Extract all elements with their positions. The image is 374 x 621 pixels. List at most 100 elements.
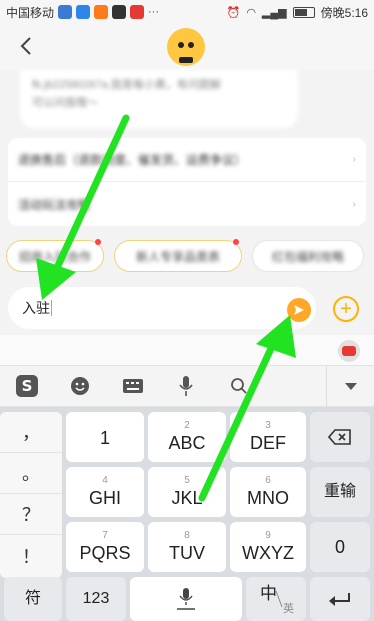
add-button[interactable]: + xyxy=(333,296,359,322)
language-switch-key[interactable]: 中 英 xyxy=(246,577,306,621)
key-main-label: ABC xyxy=(168,433,206,453)
key-3[interactable]: 3 DEF xyxy=(230,412,306,462)
chat-area: fb.jb22580267a,我是每小黄，有问题解 可以问我哦～ 退换售后（退款… xyxy=(0,70,374,288)
backspace-key[interactable] xyxy=(310,412,370,462)
key-5[interactable]: 5 JKL xyxy=(148,467,226,517)
alarm-icon: ⏰ xyxy=(226,6,241,19)
chat-header xyxy=(0,24,374,70)
suggestion-chips: 招商入驻合作 新人专享品类表 红包福利攻略 xyxy=(6,239,374,276)
clock: 傍晚5:16 xyxy=(320,5,368,20)
chevron-left-icon xyxy=(20,37,31,55)
suggestion-chip[interactable]: 红包福利攻略 xyxy=(252,240,364,272)
bee-logo-icon xyxy=(167,28,205,66)
key-sub-label: 6 xyxy=(265,475,271,486)
suggestion-chip[interactable]: 新人专享品类表 xyxy=(114,239,242,272)
play-app-icon xyxy=(94,5,109,19)
keyboard-icon xyxy=(122,379,143,393)
key-0[interactable]: 0 xyxy=(310,522,370,572)
symbol-key[interactable]: ！ xyxy=(0,535,62,576)
signal-icon: ▂▄▆ xyxy=(261,6,287,19)
number-switch-label: 123 xyxy=(82,590,110,607)
key-sub-label: 9 xyxy=(265,530,271,541)
emoji-button[interactable] xyxy=(53,365,106,407)
message-input-value: 入驻 xyxy=(22,300,50,316)
quick-menu-card: 退换售后（退款进度、催发货、运费争议） › 活动玩法攻略 › xyxy=(8,138,366,226)
wifi-icon: ◠ xyxy=(246,6,256,19)
chip-label: 招商入驻合作 xyxy=(18,249,91,264)
key-8[interactable]: 8 TUV xyxy=(148,522,226,572)
key-sub-label: 4 xyxy=(102,475,108,486)
lang-main-label: 中 xyxy=(260,584,277,604)
lang-sub-label: 英 xyxy=(283,601,294,615)
reenter-label: 重输 xyxy=(323,483,356,500)
key-6[interactable]: 6 MNO xyxy=(230,467,306,517)
key-main-label: MNO xyxy=(247,488,289,508)
ime-skin-icon[interactable] xyxy=(338,340,360,362)
ime-top-strip xyxy=(0,335,374,365)
shield-app-icon xyxy=(58,5,73,19)
carrier-label: 中国移动 xyxy=(6,5,55,20)
chip-label: 新人专享品类表 xyxy=(135,249,220,264)
more-notifications-icon: ··· xyxy=(148,6,160,18)
key-sub-label: 7 xyxy=(102,530,108,541)
send-button[interactable] xyxy=(287,298,311,322)
symbol-switch-label: 符 xyxy=(24,590,41,607)
quick-menu-item[interactable]: 退换售后（退款进度、催发货、运费争议） › xyxy=(8,138,366,182)
search-icon xyxy=(230,378,247,394)
key-sub-label: 2 xyxy=(184,420,190,431)
app-icon xyxy=(76,5,91,19)
symbol-key[interactable]: 。 xyxy=(0,453,62,494)
plus-icon: + xyxy=(340,298,352,320)
key-4[interactable]: 4 GHI xyxy=(66,467,144,517)
collapse-keyboard-button[interactable] xyxy=(326,365,374,407)
key-main-label: JKL xyxy=(171,488,203,508)
key-sub-label: 5 xyxy=(184,475,190,486)
ime-toolbar: S xyxy=(0,365,374,407)
text-cursor xyxy=(51,300,52,316)
back-button[interactable] xyxy=(14,34,38,58)
suggestion-chip[interactable]: 招商入驻合作 xyxy=(6,239,104,272)
key-main-label: TUV xyxy=(169,543,205,563)
key-main-label: GHI xyxy=(88,488,121,508)
t9-keyboard: ， 。 ？ ！ 1 2 ABC 3 DEF 4 GHI 5 JKL 6 MNO … xyxy=(0,407,374,621)
battery-icon xyxy=(292,6,315,18)
key-main-label: WXYZ xyxy=(242,543,294,563)
message-line: fb.jb22580267a,我是每小黄，有问题解 xyxy=(32,79,221,91)
key-2[interactable]: 2 ABC xyxy=(148,412,226,462)
backspace-icon xyxy=(328,429,351,445)
key-main-label: 1 xyxy=(99,428,110,448)
symbol-key-switch[interactable]: 符 xyxy=(4,577,62,621)
sogou-icon: S xyxy=(15,375,38,397)
reenter-key[interactable]: 重输 xyxy=(310,467,370,517)
symbol-key[interactable]: ？ xyxy=(0,494,62,535)
enter-icon xyxy=(329,593,350,606)
key-main-label: 0 xyxy=(334,537,345,557)
sogou-logo-button[interactable]: S xyxy=(0,365,53,407)
message-bubble: fb.jb22580267a,我是每小黄，有问题解 可以问我哦～ xyxy=(20,70,298,128)
voice-input-button[interactable] xyxy=(159,365,212,407)
space-key[interactable] xyxy=(130,577,242,621)
key-main-label: PQRS xyxy=(79,543,131,563)
ime-search-button[interactable] xyxy=(212,365,265,407)
enter-key[interactable] xyxy=(310,577,370,621)
number-key-switch[interactable]: 123 xyxy=(66,577,126,621)
key-main-label: DEF xyxy=(250,433,286,453)
key-sub-label: 3 xyxy=(265,420,271,431)
status-bar: 中国移动 ··· ⏰ ◠ ▂▄▆ 傍晚5:16 xyxy=(0,0,374,24)
language-switch: 中 英 xyxy=(260,584,294,615)
microphone-icon xyxy=(177,588,195,610)
symbol-key[interactable]: ， xyxy=(0,412,62,453)
key-9[interactable]: 9 WXYZ xyxy=(230,522,306,572)
chevron-down-icon xyxy=(344,383,357,390)
chip-label: 红包福利攻略 xyxy=(271,249,344,264)
quick-menu-item[interactable]: 活动玩法攻略 › xyxy=(8,182,366,226)
microphone-icon xyxy=(178,376,193,396)
weibo-app-icon xyxy=(130,5,145,19)
key-1[interactable]: 1 xyxy=(66,412,144,462)
keyboard-switch-button[interactable] xyxy=(106,365,159,407)
message-input[interactable]: 入驻 xyxy=(8,287,316,329)
chevron-right-icon: › xyxy=(352,154,356,165)
key-sub-label: 8 xyxy=(184,530,190,541)
key-7[interactable]: 7 PQRS xyxy=(66,522,144,572)
message-line: 可以问我哦～ xyxy=(32,97,98,109)
